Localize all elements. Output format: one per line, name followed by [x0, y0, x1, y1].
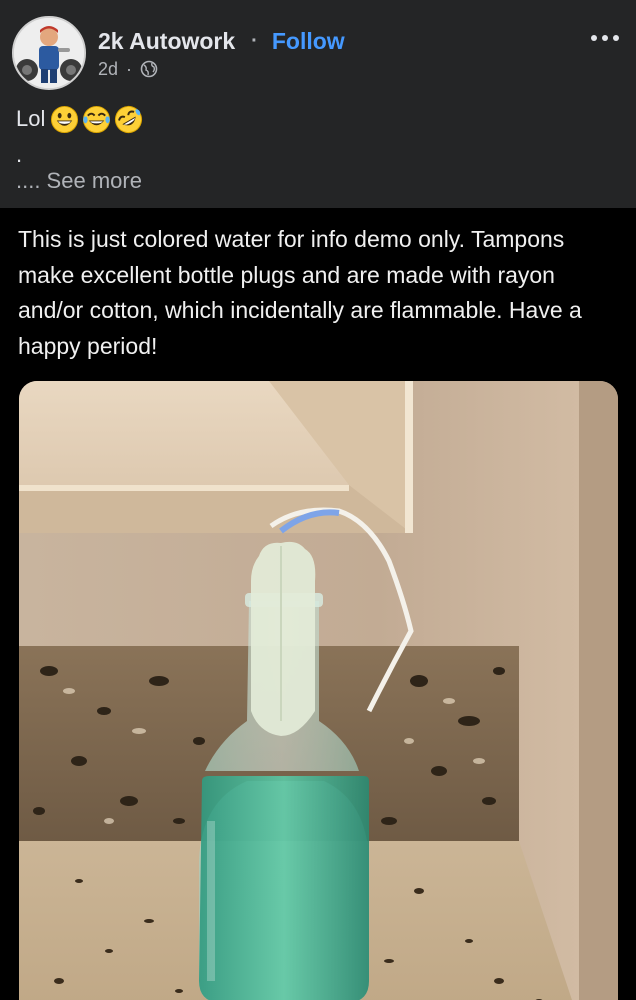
caption-second-line: .: [16, 142, 23, 167]
author-name[interactable]: 2k Autowork: [98, 28, 235, 55]
post-photo[interactable]: [19, 381, 618, 1000]
caption-text: Lol: [16, 106, 46, 131]
face-with-tears-of-joy-icon: [83, 105, 111, 133]
see-more-link[interactable]: .... See more: [16, 168, 142, 194]
more-options-button[interactable]: [588, 26, 622, 50]
post-header: 2k Autowork · Follow 2d · Lol . .... See…: [0, 0, 636, 208]
globe-icon: [140, 60, 158, 78]
post-caption: Lol: [16, 104, 143, 134]
post-meta: 2d ·: [98, 57, 158, 81]
post-content: This is just colored water for info demo…: [0, 208, 636, 1000]
content-text: This is just colored water for info demo…: [18, 226, 582, 359]
meta-separator: ·: [126, 58, 133, 79]
rolling-on-floor-laughing-icon: [115, 105, 143, 133]
author-avatar[interactable]: [12, 16, 86, 90]
post-age[interactable]: 2d: [98, 59, 118, 80]
more-horizontal-icon: [591, 35, 619, 41]
name-follow-separator: ·: [251, 29, 258, 52]
grinning-face-icon: [51, 105, 79, 133]
follow-button[interactable]: Follow: [272, 28, 345, 55]
author-row: 2k Autowork · Follow: [98, 27, 345, 55]
